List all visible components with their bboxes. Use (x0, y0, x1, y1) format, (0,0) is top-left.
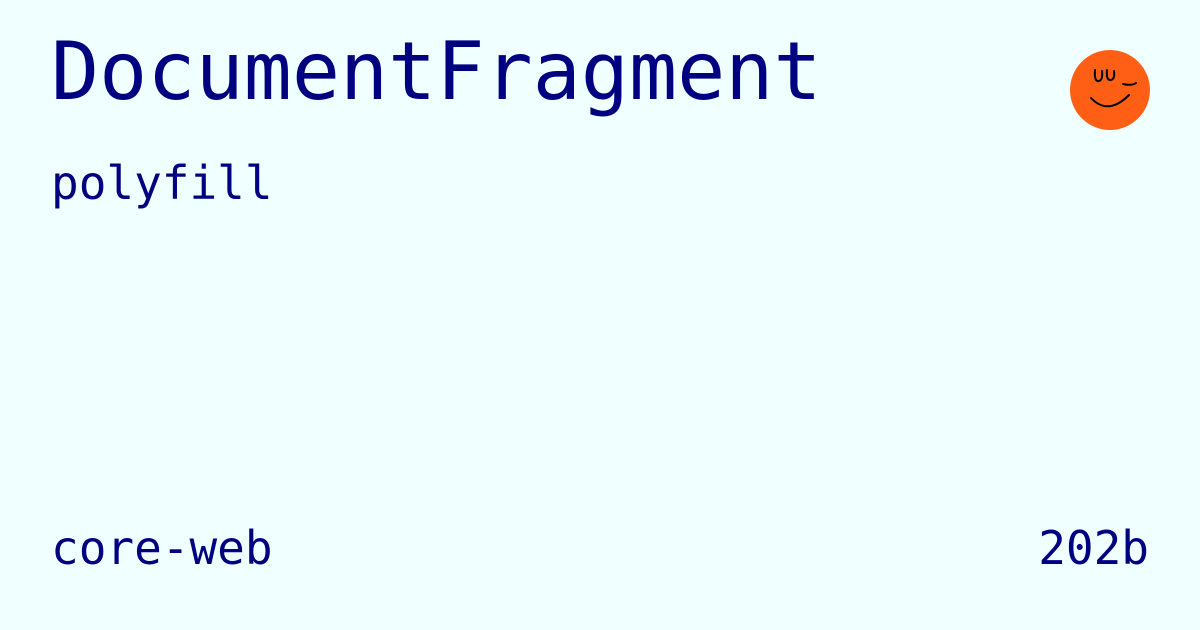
collection-label: core-web (51, 521, 273, 575)
smiley-face-icon (1070, 50, 1150, 130)
smiley-logo-svg (1070, 50, 1150, 130)
package-kind: polyfill (51, 156, 273, 210)
logo-circle (1070, 50, 1150, 130)
package-name: DocumentFragment (51, 25, 822, 118)
package-size: 202b (1038, 521, 1149, 575)
